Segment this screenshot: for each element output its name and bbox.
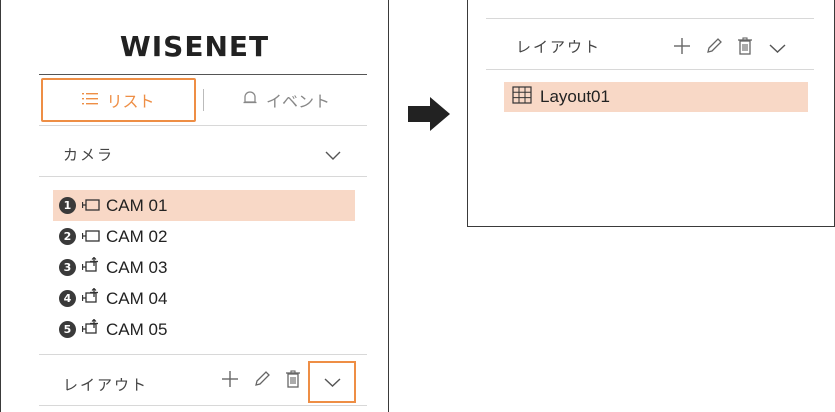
tab-bar: リスト イベント [39,75,367,125]
layout-section-title: レイアウト [63,376,149,394]
chevron-down-icon[interactable] [325,146,341,165]
camera-item-3[interactable]: 3 CAM 03 [53,252,355,283]
pencil-icon[interactable] [253,370,271,392]
camera-box-icon [81,196,100,216]
divider [39,125,367,126]
tab-separator [203,89,204,111]
divider [39,405,367,406]
divider [486,69,814,70]
layout-label: Layout01 [540,87,610,106]
layout-section-title: レイアウト [516,38,602,56]
plus-icon[interactable] [221,370,239,392]
tab-list-label: リスト [106,92,155,111]
bell-icon [242,90,258,110]
plus-icon[interactable] [673,37,691,59]
camera-number-badge: 5 [59,321,76,338]
layout-expand-button[interactable] [308,361,356,403]
camera-list: 1 CAM 01 2 CAM 02 3 CAM 03 4 CAM 04 5 CA… [53,190,355,345]
camera-item-1[interactable]: 1 CAM 01 [53,190,355,221]
layout-toolbar [673,37,786,59]
camera-label: CAM 03 [106,257,168,277]
camera-box-icon [81,227,100,247]
layout-item-1[interactable]: Layout01 [504,82,808,112]
list-icon [82,91,99,110]
chevron-down-icon[interactable] [769,39,786,58]
camera-item-5[interactable]: 5 CAM 05 [53,314,355,345]
grid-icon [512,85,532,109]
camera-label: CAM 05 [106,319,168,339]
tab-event[interactable]: イベント [211,78,361,122]
camera-number-badge: 3 [59,259,76,276]
right-panel: レイアウト Layout01 [467,0,835,227]
trash-icon[interactable] [737,37,753,59]
left-panel: WISENET リスト イベント カメラ 1 CAM 01 2 CAM 02 3… [0,0,389,412]
divider [486,18,814,19]
ptz-camera-icon [81,256,100,278]
camera-section-title: カメラ [63,146,115,164]
arrow-right-icon [408,97,450,135]
camera-label: CAM 01 [106,195,168,215]
camera-number-badge: 1 [59,197,76,214]
ptz-camera-icon [81,287,100,309]
camera-label: CAM 04 [106,288,168,308]
chevron-down-icon [324,378,341,387]
wisenet-logo: WISENET [119,30,270,63]
divider [39,354,367,355]
pencil-icon[interactable] [705,37,723,59]
layout-toolbar [221,370,301,392]
camera-label: CAM 02 [106,226,168,246]
tab-event-label: イベント [265,92,330,111]
camera-item-2[interactable]: 2 CAM 02 [53,221,355,252]
trash-icon[interactable] [285,370,301,392]
camera-item-4[interactable]: 4 CAM 04 [53,283,355,314]
camera-number-badge: 4 [59,290,76,307]
divider [39,176,367,177]
ptz-camera-icon [81,318,100,340]
tab-list[interactable]: リスト [41,78,196,122]
camera-number-badge: 2 [59,228,76,245]
